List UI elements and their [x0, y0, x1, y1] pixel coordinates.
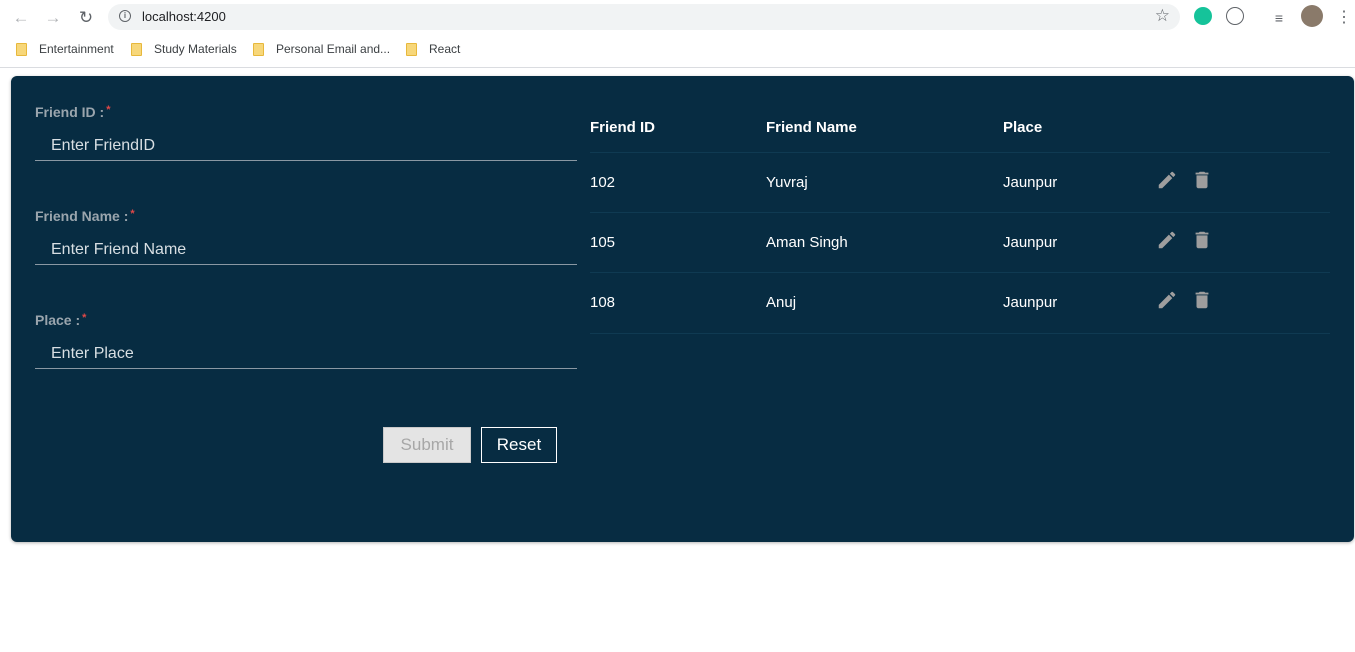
cell-friend-id: 108 [590, 294, 616, 311]
pencil-icon[interactable] [1156, 289, 1178, 311]
required-mark: * [82, 312, 87, 324]
friend-id-label: Friend ID : * [35, 104, 111, 120]
extension-icon[interactable] [1226, 7, 1244, 25]
bookmark-react[interactable]: React [406, 42, 460, 58]
submit-button[interactable]: Submit [383, 427, 471, 463]
trash-icon[interactable] [1191, 169, 1213, 191]
pencil-icon[interactable] [1156, 169, 1178, 191]
cell-friend-name: Anuj [766, 294, 797, 311]
cell-place: Jaunpur [1003, 174, 1058, 191]
pencil-icon[interactable] [1156, 229, 1178, 251]
browser-toolbar: ← → ↻ i localhost:4200 ☆ ≡ ⋮ [0, 0, 1355, 35]
forward-arrow-icon[interactable]: → [42, 7, 64, 29]
avatar[interactable] [1301, 5, 1323, 27]
reload-icon[interactable]: ↻ [75, 7, 97, 29]
folder-icon [253, 43, 264, 57]
address-url: localhost:4200 [142, 9, 226, 24]
back-arrow-icon[interactable]: ← [10, 7, 32, 29]
header-place: Place [1003, 119, 1043, 136]
bookmark-study-materials[interactable]: Study Materials [131, 42, 237, 58]
header-friend-id: Friend ID [590, 119, 656, 136]
table-row: 102 Yuvraj Jaunpur [590, 152, 1330, 213]
info-icon[interactable]: i [119, 10, 131, 22]
place-input[interactable] [35, 339, 577, 369]
place-label: Place : * [35, 312, 87, 328]
reset-button[interactable]: Reset [481, 427, 557, 463]
friend-id-input[interactable] [35, 131, 577, 161]
bookmark-entertainment[interactable]: Entertainment [16, 42, 114, 58]
folder-icon [16, 43, 27, 57]
trash-icon[interactable] [1191, 229, 1213, 251]
cell-friend-id: 102 [590, 174, 616, 191]
cell-friend-name: Yuvraj [766, 174, 808, 191]
bookmarks-bar: Entertainment Study Materials Personal E… [0, 35, 1355, 68]
cell-friend-id: 105 [590, 234, 616, 251]
address-bar[interactable]: i localhost:4200 ☆ [108, 4, 1180, 30]
required-mark: * [106, 104, 111, 116]
folder-icon [406, 43, 417, 57]
required-mark: * [130, 208, 135, 220]
star-icon[interactable]: ☆ [1155, 6, 1170, 26]
bookmark-personal-email[interactable]: Personal Email and... [253, 42, 390, 58]
friend-name-input[interactable] [35, 235, 577, 265]
folder-icon [131, 43, 142, 57]
menu-kebab-icon[interactable]: ⋮ [1333, 7, 1355, 29]
media-queue-icon[interactable]: ≡ [1268, 7, 1290, 29]
table-row: 105 Aman Singh Jaunpur [590, 212, 1330, 273]
header-friend-name: Friend Name [766, 119, 857, 136]
friend-manager-card: Friend ID :* Friend Name :* Place :* Sub… [11, 76, 1354, 542]
cell-place: Jaunpur [1003, 234, 1058, 251]
cell-friend-name: Aman Singh [766, 234, 848, 251]
trash-icon[interactable] [1191, 289, 1213, 311]
grammarly-icon[interactable] [1194, 7, 1212, 25]
table-row: 108 Anuj Jaunpur [590, 272, 1330, 334]
cell-place: Jaunpur [1003, 294, 1058, 311]
friend-name-label: Friend Name : * [35, 208, 135, 224]
